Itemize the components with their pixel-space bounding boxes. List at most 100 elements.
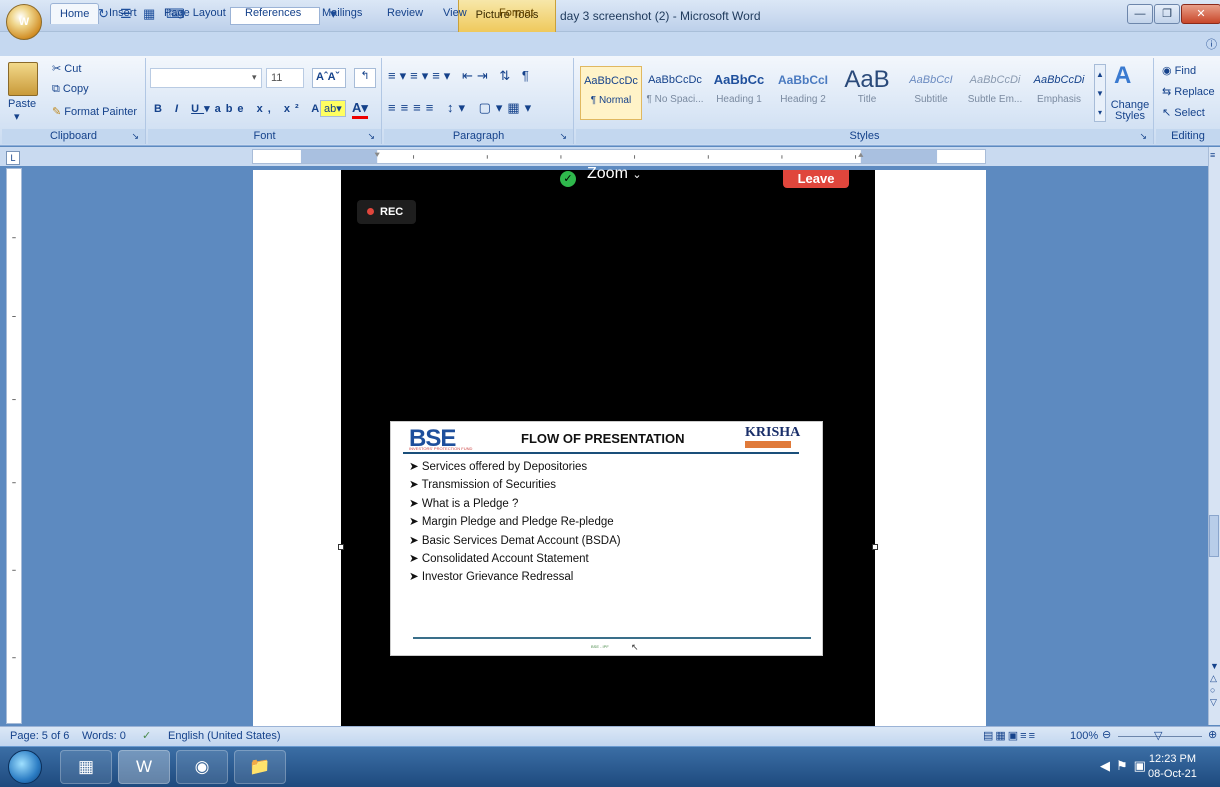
proofing-icon[interactable]: ✓ <box>142 729 151 742</box>
krisha-logo-bar <box>745 441 791 448</box>
minimize-button[interactable]: — <box>1127 4 1153 24</box>
resize-handle-right[interactable] <box>872 544 878 550</box>
zoom-slider-thumb[interactable]: ▽ <box>1154 729 1162 742</box>
style-normal[interactable]: AaBbCcDc ¶ Normal <box>580 66 642 120</box>
file-explorer-taskbar-icon[interactable]: 📁 <box>234 750 286 784</box>
clear-formatting-icon[interactable]: ↰ <box>354 68 376 88</box>
cursor-icon: ↖ <box>1162 107 1172 119</box>
language-indicator[interactable]: English (United States) <box>168 730 281 742</box>
copy-button[interactable]: ⧉ Copy <box>52 83 89 96</box>
close-button[interactable]: ✕ <box>1181 4 1220 24</box>
slide-footer-text: BSE - IPF <box>591 644 609 649</box>
change-styles-button[interactable]: Change Styles <box>1110 100 1150 122</box>
vertical-scrollbar[interactable] <box>1208 147 1220 725</box>
flag-icon[interactable]: ⚑ <box>1116 758 1134 773</box>
tab-mailings[interactable]: Mailings <box>313 3 371 24</box>
word-taskbar-icon[interactable]: W <box>118 750 170 784</box>
format-painter-button[interactable]: ✎ Format Painter <box>52 105 137 118</box>
list-buttons[interactable]: ≡▾≡▾≡▾ ⇤⇥ ⇅ ¶ <box>388 68 533 84</box>
tab-page-layout[interactable]: Page Layout <box>155 3 235 24</box>
horizontal-ruler[interactable] <box>252 149 986 164</box>
chrome-taskbar-icon[interactable]: ◉ <box>176 750 228 784</box>
style-heading-1[interactable]: AaBbCc Heading 1 <box>708 66 770 120</box>
grow-shrink-font-button[interactable]: AˆAˇ <box>312 68 346 88</box>
zoom-in-icon[interactable]: ⊕ <box>1208 728 1217 741</box>
cut-label: Cut <box>64 63 82 75</box>
style-subtle-emphasis[interactable]: AaBbCcDi Subtle Em... <box>964 66 1026 120</box>
format-buttons[interactable]: B I U▾abe x, x² Aa▾ <box>154 102 346 115</box>
paste-dropdown-icon[interactable]: ▾ <box>14 110 20 123</box>
change-styles-icon[interactable]: A <box>1114 62 1131 90</box>
cut-button[interactable]: ✂ Cut <box>52 62 81 75</box>
list-item: ➤ What is a Pledge ? <box>409 495 621 513</box>
find-label: Find <box>1174 65 1197 77</box>
styles-scroll-icon[interactable]: ▲ ▼ ▾ <box>1094 64 1106 122</box>
system-tray-icons[interactable]: ◀⚑▣ <box>1100 758 1152 774</box>
copy-icon: ⧉ <box>52 83 60 95</box>
leave-button: Leave <box>783 170 849 188</box>
styles-launcher-icon[interactable]: ↘ <box>1139 131 1147 142</box>
scrollbar-thumb[interactable] <box>1209 515 1219 557</box>
tab-home[interactable]: Home <box>50 3 100 24</box>
vertical-ruler[interactable] <box>6 168 22 724</box>
paste-button[interactable]: Paste <box>8 98 36 110</box>
find-button[interactable]: ◉ Find <box>1162 64 1196 77</box>
font-launcher-icon[interactable]: ↘ <box>367 131 375 142</box>
style-no-spacing[interactable]: AaBbCcDc ¶ No Spaci... <box>644 66 706 120</box>
font-name-input[interactable] <box>150 68 262 88</box>
paragraph-group-label: Paragraph <box>384 129 573 144</box>
highlight-color-button[interactable]: ab▾ <box>320 100 346 117</box>
alignment-buttons[interactable]: ≡≡≡≡ ↕▾ ▢▾▦▾ <box>388 100 536 116</box>
style-emphasis[interactable]: AaBbCcDi Emphasis <box>1028 66 1090 120</box>
start-button[interactable] <box>8 750 42 784</box>
paragraph-launcher-icon[interactable]: ↘ <box>559 131 567 142</box>
style-subtitle[interactable]: AaBbCcI Subtitle <box>900 66 962 120</box>
system-clock[interactable]: 12:23 PM 08-Oct-21 <box>1148 752 1197 782</box>
font-size-input[interactable]: 11 <box>266 68 304 88</box>
maximize-button[interactable]: ❐ <box>1154 4 1180 24</box>
ruler-toggle-icon[interactable]: ≡ <box>1210 150 1215 160</box>
bullet-text: Investor Grievance Redressal <box>421 571 574 584</box>
office-button[interactable]: W <box>6 4 42 40</box>
view-buttons[interactable]: ▤▦▣≡≡ <box>983 729 1037 742</box>
editing-group-label: Editing <box>1156 129 1220 144</box>
list-item: ➤ Basic Services Demat Account (BSDA) <box>409 532 621 550</box>
style-emphasis-preview: AaBbCcDi <box>1033 74 1085 86</box>
style-no-spacing-preview: AaBbCcDc <box>648 74 702 86</box>
tab-format[interactable]: Format <box>490 3 543 24</box>
resize-handle-left[interactable] <box>338 544 344 550</box>
speaker-icon[interactable]: ◀ <box>1100 758 1116 773</box>
paste-icon[interactable] <box>8 62 38 96</box>
list-item: ➤ Consolidated Account Statement <box>409 550 621 568</box>
page-count[interactable]: Page: 5 of 6 <box>10 730 69 742</box>
tab-view[interactable]: View <box>434 3 476 24</box>
word-count[interactable]: Words: 0 <box>82 730 126 742</box>
tab-references[interactable]: References <box>236 3 310 24</box>
font-color-button[interactable]: A▾ <box>352 100 368 119</box>
slide-footer-divider <box>413 637 811 639</box>
select-button[interactable]: ↖ Select <box>1162 106 1205 119</box>
replace-button[interactable]: ⇆ Replace <box>1162 85 1215 98</box>
list-item: ➤ Transmission of Securities <box>409 476 621 494</box>
clipboard-group: Paste ▾ ✂ Cut ⧉ Copy ✎ Format Painter Cl… <box>2 58 146 144</box>
list-item: ➤ Investor Grievance Redressal <box>409 568 621 586</box>
list-item: ➤ Services offered by Depositories <box>409 458 621 476</box>
excel-taskbar-icon[interactable]: ▦ <box>60 750 112 784</box>
zoom-out-icon[interactable]: ⊖ <box>1102 728 1111 741</box>
arrow-bullet-icon: ➤ <box>409 571 422 584</box>
clipboard-group-label: Clipboard <box>2 129 145 144</box>
style-title[interactable]: AaB Title <box>836 66 898 120</box>
page-navigation-icon[interactable]: ▼ △ ○ ▽ <box>1210 660 1219 708</box>
tab-selector-icon[interactable]: L <box>6 151 20 165</box>
ribbon-tabs <box>0 32 1220 56</box>
clipboard-launcher-icon[interactable]: ↘ <box>131 131 139 142</box>
tab-insert[interactable]: Insert <box>100 3 146 24</box>
zoom-level[interactable]: 100% <box>1070 730 1098 742</box>
style-title-label: Title <box>857 94 877 105</box>
tab-review[interactable]: Review <box>378 3 432 24</box>
help-icon[interactable]: ⓘ <box>1206 36 1217 52</box>
styles-group: AaBbCcDc ¶ Normal AaBbCcDc ¶ No Spaci... A… <box>576 58 1154 144</box>
bse-logo-subtext: INVESTORS' PROTECTION FUND <box>409 446 473 451</box>
font-name-dropdown-icon[interactable]: ▾ <box>252 72 257 83</box>
style-heading-2[interactable]: AaBbCcI Heading 2 <box>772 66 834 120</box>
